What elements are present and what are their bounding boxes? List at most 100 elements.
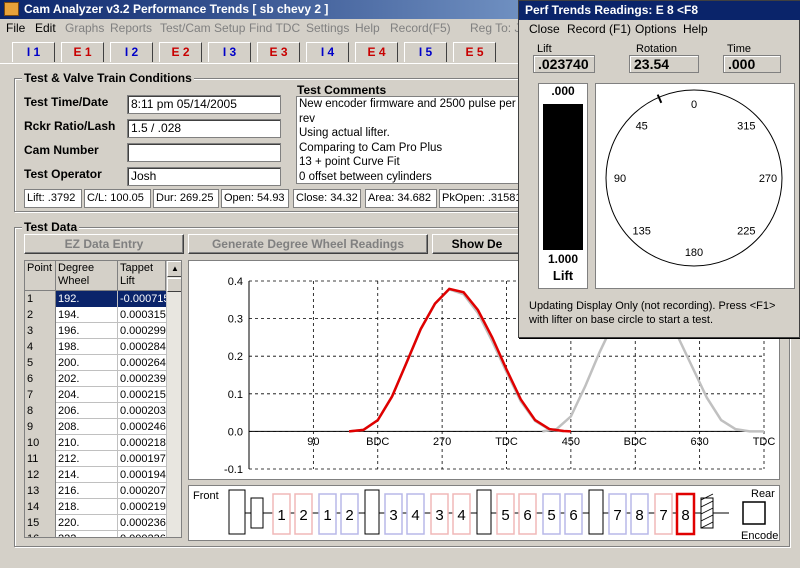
- cell-lift[interactable]: 0.000315: [118, 307, 166, 323]
- table-row[interactable]: 8 206. 0.000203: [25, 403, 181, 419]
- menu-item-record-f5[interactable]: Record(F5): [390, 19, 451, 38]
- tab-i2[interactable]: I 2: [110, 42, 153, 62]
- cell-degree[interactable]: 196.: [56, 323, 118, 339]
- menu-item-reg-to-j[interactable]: Reg To: J: [470, 19, 520, 38]
- table-scrollbar[interactable]: ▲: [166, 261, 181, 537]
- scroll-up-arrow[interactable]: ▲: [167, 261, 181, 277]
- table-row[interactable]: 5 200. 0.000264: [25, 355, 181, 371]
- table-row[interactable]: 6 202. 0.000239: [25, 371, 181, 387]
- cell-lift[interactable]: 0.000239: [118, 371, 166, 387]
- cell-degree[interactable]: 216.: [56, 483, 118, 499]
- cell-point[interactable]: 16: [25, 531, 56, 537]
- cell-lift[interactable]: 0.000219: [118, 499, 166, 515]
- menu-item-settings[interactable]: Settings: [306, 19, 349, 38]
- cell-point[interactable]: 4: [25, 339, 56, 355]
- menu-item-find-tdc[interactable]: Find TDC: [249, 19, 300, 38]
- cell-lift[interactable]: 0.000299: [118, 323, 166, 339]
- cell-point[interactable]: 7: [25, 387, 56, 403]
- table-row[interactable]: 16222.0.000236: [25, 531, 181, 537]
- test-comments-field[interactable]: New encoder firmware and 2500 pulse per …: [296, 96, 522, 184]
- cell-lift[interactable]: 0.000284: [118, 339, 166, 355]
- table-row[interactable]: 1 192. -0.000715: [25, 291, 181, 307]
- scroll-thumb[interactable]: [167, 278, 181, 292]
- cell-point[interactable]: 1: [25, 291, 56, 307]
- cell-degree[interactable]: 222.: [56, 531, 118, 537]
- cell-point[interactable]: 14: [25, 499, 56, 515]
- menu-item-edit[interactable]: Edit: [35, 19, 56, 38]
- cell-point[interactable]: 6: [25, 371, 56, 387]
- cell-degree[interactable]: 214.: [56, 467, 118, 483]
- lobe-label: 4: [411, 507, 419, 524]
- tab-i4[interactable]: I 4: [306, 42, 349, 62]
- cell-lift[interactable]: 0.000207: [118, 483, 166, 499]
- table-row[interactable]: 13 216. 0.000207: [25, 483, 181, 499]
- cell-point[interactable]: 9: [25, 419, 56, 435]
- readings-menu-close[interactable]: Close: [529, 22, 560, 36]
- cell-point[interactable]: 12: [25, 467, 56, 483]
- cell-point[interactable]: 11: [25, 451, 56, 467]
- ez-data-entry-button[interactable]: EZ Data Entry: [24, 234, 184, 254]
- test-operator-field[interactable]: Josh: [127, 167, 281, 186]
- table-row[interactable]: 10 210. 0.000218: [25, 435, 181, 451]
- rocker-ratio-field[interactable]: 1.5 / .028: [127, 119, 281, 138]
- cell-lift[interactable]: 0.000236: [118, 531, 166, 537]
- cell-degree[interactable]: 200.: [56, 355, 118, 371]
- cell-lift[interactable]: 0.000236: [118, 515, 166, 531]
- cell-degree[interactable]: 206.: [56, 403, 118, 419]
- readings-menu-help[interactable]: Help: [683, 22, 708, 36]
- table-row[interactable]: 3 196. 0.000299: [25, 323, 181, 339]
- cell-point[interactable]: 13: [25, 483, 56, 499]
- menu-item-test-cam-setup[interactable]: Test/Cam Setup: [160, 19, 245, 38]
- table-row[interactable]: 7 204. 0.000215: [25, 387, 181, 403]
- cell-point[interactable]: 10: [25, 435, 56, 451]
- tab-e1[interactable]: E 1: [61, 42, 104, 62]
- cell-degree[interactable]: 198.: [56, 339, 118, 355]
- menu-item-graphs[interactable]: Graphs: [65, 19, 104, 38]
- cell-point[interactable]: 2: [25, 307, 56, 323]
- generate-readings-button[interactable]: Generate Degree Wheel Readings: [188, 234, 428, 254]
- cell-lift[interactable]: 0.000264: [118, 355, 166, 371]
- menu-item-file[interactable]: File: [6, 19, 25, 38]
- test-time-field[interactable]: 8:11 pm 05/14/2005: [127, 95, 281, 114]
- cell-lift[interactable]: 0.000194: [118, 467, 166, 483]
- cell-degree[interactable]: 220.: [56, 515, 118, 531]
- cell-point[interactable]: 15: [25, 515, 56, 531]
- cell-lift[interactable]: 0.000218: [118, 435, 166, 451]
- table-row[interactable]: 11 212. 0.000197: [25, 451, 181, 467]
- cell-degree[interactable]: 210.: [56, 435, 118, 451]
- table-row[interactable]: 4 198. 0.000284: [25, 339, 181, 355]
- cell-degree[interactable]: 192.: [56, 291, 118, 307]
- table-row[interactable]: 14 218. 0.000219: [25, 499, 181, 515]
- cell-lift[interactable]: 0.000246: [118, 419, 166, 435]
- tab-i5[interactable]: I 5: [404, 42, 447, 62]
- tab-i1[interactable]: I 1: [12, 42, 55, 62]
- cell-degree[interactable]: 204.: [56, 387, 118, 403]
- menu-item-reports[interactable]: Reports: [110, 19, 152, 38]
- cam-number-field[interactable]: [127, 143, 281, 162]
- cell-degree[interactable]: 194.: [56, 307, 118, 323]
- cell-point[interactable]: 8: [25, 403, 56, 419]
- table-row[interactable]: 15 220. 0.000236: [25, 515, 181, 531]
- tab-i3[interactable]: I 3: [208, 42, 251, 62]
- cell-point[interactable]: 5: [25, 355, 56, 371]
- table-row[interactable]: 2 194. 0.000315: [25, 307, 181, 323]
- table-row[interactable]: 9 208. 0.000246: [25, 419, 181, 435]
- cell-degree[interactable]: 202.: [56, 371, 118, 387]
- show-button[interactable]: Show De: [432, 234, 522, 254]
- readings-menu-record[interactable]: Record (F1): [567, 22, 631, 36]
- readings-menu-options[interactable]: Options: [635, 22, 676, 36]
- cell-lift[interactable]: 0.000197: [118, 451, 166, 467]
- menu-item-help[interactable]: Help: [355, 19, 380, 38]
- cell-lift[interactable]: -0.000715: [118, 291, 166, 307]
- table-row[interactable]: 12 214. 0.000194: [25, 467, 181, 483]
- tab-e3[interactable]: E 3: [257, 42, 300, 62]
- cell-degree[interactable]: 212.: [56, 451, 118, 467]
- tab-e5[interactable]: E 5: [453, 42, 496, 62]
- cell-degree[interactable]: 218.: [56, 499, 118, 515]
- tab-e4[interactable]: E 4: [355, 42, 398, 62]
- cell-degree[interactable]: 208.: [56, 419, 118, 435]
- cell-lift[interactable]: 0.000215: [118, 387, 166, 403]
- cell-point[interactable]: 3: [25, 323, 56, 339]
- tab-e2[interactable]: E 2: [159, 42, 202, 62]
- cell-lift[interactable]: 0.000203: [118, 403, 166, 419]
